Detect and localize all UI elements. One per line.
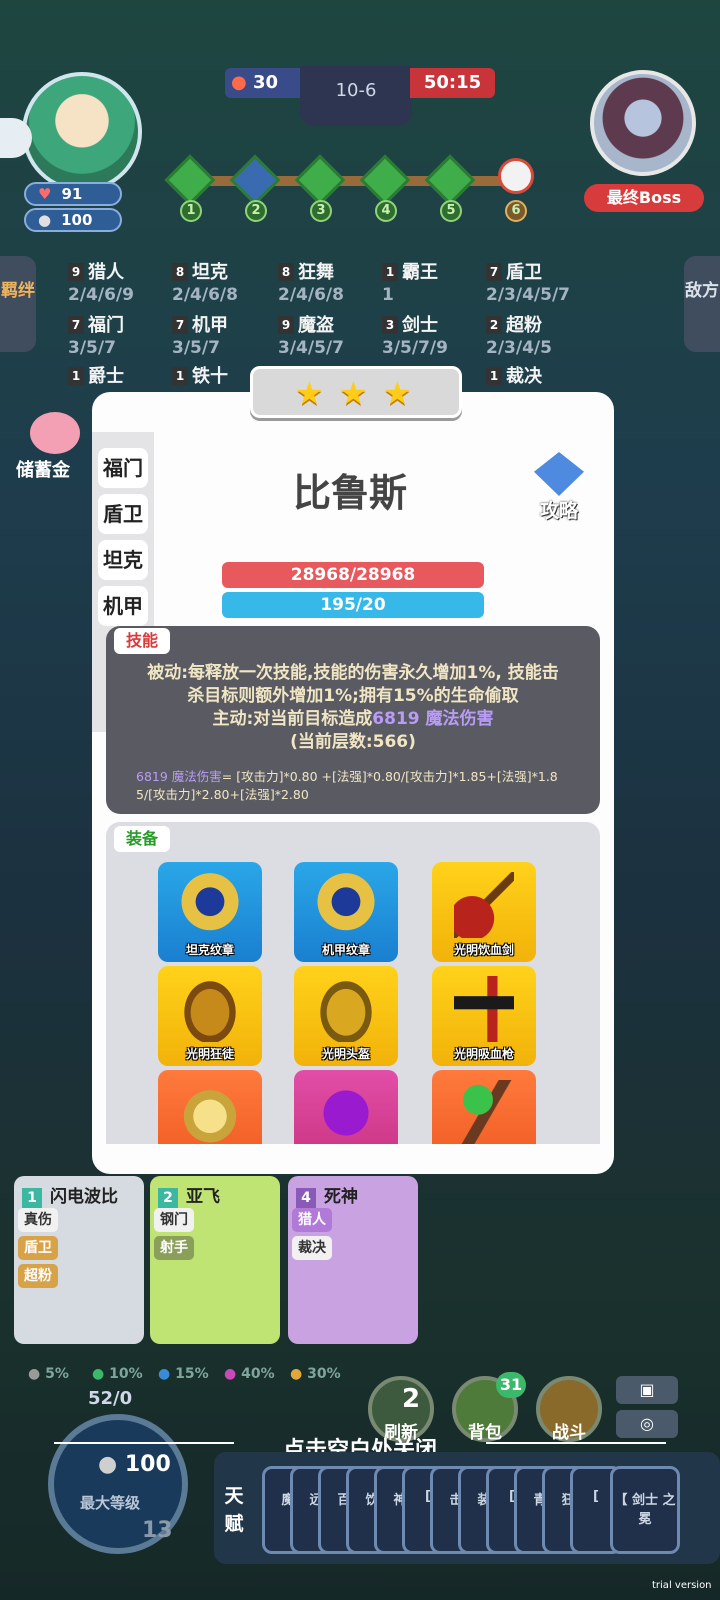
round-bar: ● 30 10-6 50:15 (225, 66, 495, 126)
odds-tier-3: ● 15% (158, 1366, 209, 1382)
heart-icon: ♥ (38, 185, 52, 203)
mana-bar: 195/20 (222, 592, 484, 618)
stage-number: 4 (375, 200, 397, 222)
trait-badge: 钢门 (154, 1208, 194, 1232)
round-score: ● 30 (225, 68, 305, 98)
odds-tier-1: ● 5% (28, 1366, 69, 1382)
category-tab[interactable]: 福门 (98, 448, 148, 488)
star-icon: ★ (295, 374, 324, 412)
stage-label: 10-6 (300, 66, 412, 126)
hp-bar: 28968/28968 (222, 562, 484, 588)
fire-icon: ● (231, 72, 247, 93)
skill-description: 被动:每释放一次技能,技能的伤害永久增加1%, 技能击 杀目标则额外增加1%;拥… (147, 663, 559, 752)
synergy-item[interactable]: 7 福门 3/5/7 (68, 315, 124, 359)
synergy-item[interactable]: 7 机甲 3/5/7 (172, 315, 228, 359)
synergy-item[interactable]: 2 超粉 2/3/4/5 (486, 315, 552, 359)
synergy-item[interactable]: 1 裁决 (486, 366, 542, 388)
strategy-button[interactable]: 攻略 (524, 452, 594, 522)
synergy-item[interactable]: 3 剑士 3/5/7/9 (382, 315, 448, 359)
equipment-slot[interactable]: 光明狂徒 (158, 966, 262, 1066)
category-tab[interactable]: 坦克 (98, 540, 148, 580)
armor-icon (180, 976, 240, 1042)
damage-formula: 6819 魔法伤害= [攻击力]*0.80 +[法强]*0.80/[攻击力]*1… (136, 769, 558, 802)
lock-icon: ▣ (639, 1380, 655, 1399)
scythe-icon (454, 872, 514, 938)
star-banner: ★ ★ ★ (250, 366, 462, 418)
synergy-item[interactable]: 1 霸王 1 (382, 262, 438, 306)
bag-count-badge: 31 (496, 1372, 526, 1398)
coin-icon: ● (38, 211, 52, 229)
trait-badge: 猎人 (292, 1208, 332, 1232)
equipment-slot[interactable] (294, 1070, 398, 1144)
synergy-tab[interactable]: 羁绊 (0, 256, 36, 352)
gem-icon (316, 1080, 376, 1144)
trait-badge: 射手 (154, 1236, 194, 1260)
piggy-bank-icon[interactable] (30, 412, 80, 454)
equipment-tag: 装备 (114, 826, 171, 852)
max-level-label: 最大等级 (80, 1494, 141, 1512)
odds-tier-4: ● 40% (224, 1366, 275, 1382)
category-tab[interactable]: 盾卫 (98, 494, 148, 534)
synergy-item[interactable]: 9 魔盗 3/4/5/7 (278, 315, 344, 359)
equipment-slot[interactable]: 机甲纹章 (294, 862, 398, 962)
helmet-icon (316, 976, 376, 1042)
graduation-cap-icon (534, 452, 584, 496)
player-avatar[interactable] (22, 72, 142, 192)
synergy-item[interactable]: 1 爵士 (68, 366, 124, 388)
player-gold: ● 100 (24, 208, 122, 232)
trait-badge: 超粉 (18, 1264, 58, 1288)
boss-node-icon (498, 158, 534, 194)
shop-card[interactable]: 2 亚飞 钢门 射手 (150, 1176, 280, 1344)
equipment-slot[interactable] (432, 1070, 536, 1144)
exp-label: 52/0 (88, 1388, 133, 1409)
talent-label: 天赋 (224, 1485, 244, 1535)
star-icon: ★ (383, 374, 412, 412)
hero-name: 比鲁斯 (292, 471, 407, 515)
trait-badge: 盾卫 (18, 1236, 58, 1260)
equipment-panel: 坦克纹章 机甲纹章 光明饮血剑 光明狂徒 光明头盔 光明吸血枪 (106, 822, 600, 1144)
boss-label: 最终Boss (584, 184, 704, 212)
talent-card[interactable]: 【 剑士 之冕 (610, 1466, 680, 1554)
watermark: trial version (652, 1580, 712, 1591)
synergy-item[interactable]: 8 狂舞 2/4/6/8 (278, 262, 344, 306)
equipment-slot[interactable]: 坦克纹章 (158, 862, 262, 962)
round-timer: 50:15 (410, 68, 495, 98)
shop-card[interactable]: 4 死神 猎人 裁决 (288, 1176, 418, 1344)
star-icon: ★ (339, 374, 368, 412)
synergy-item[interactable]: 1 铁十 (172, 366, 228, 388)
emblem-icon (316, 872, 376, 938)
shop-card[interactable]: 1 闪电波比 真伤 盾卫 超粉 (14, 1176, 144, 1344)
piggy-bank-label: 储蓄金 (16, 460, 70, 481)
odds-tier-5: ● 30% (290, 1366, 341, 1382)
gun-icon (454, 976, 514, 1042)
trait-badge: 真伤 (18, 1208, 58, 1232)
synergy-item[interactable]: 7 盾卫 2/3/4/5/7 (486, 262, 570, 306)
stage-number: 2 (245, 200, 267, 222)
equipment-slot[interactable]: 光明吸血枪 (432, 966, 536, 1066)
stage-number: 1 (180, 200, 202, 222)
synergy-item[interactable]: 9 猎人 2/4/6/9 (68, 262, 134, 306)
equipment-slot[interactable]: 光明饮血剑 (432, 862, 536, 962)
lock-button[interactable]: ▣ (616, 1376, 678, 1404)
stage-number: 5 (440, 200, 462, 222)
category-tab[interactable]: 机甲 (98, 586, 148, 626)
player-hp: ♥ 91 (24, 182, 122, 206)
enemy-tab[interactable]: 敌方 (684, 256, 720, 352)
equipment-slot[interactable]: 光明头盔 (294, 966, 398, 1066)
staff-icon (454, 1080, 514, 1144)
trait-badge: 裁决 (292, 1236, 332, 1260)
emblem-icon (180, 872, 240, 938)
stage-number: 3 (310, 200, 332, 222)
boss-avatar[interactable] (590, 70, 696, 176)
orb-icon (180, 1080, 240, 1144)
odds-tier-2: ● 10% (92, 1366, 143, 1382)
synergy-item[interactable]: 8 坦克 2/4/6/8 (172, 262, 238, 306)
stage-number: 6 (505, 200, 527, 222)
equipment-slot[interactable] (158, 1070, 262, 1144)
skill-tag: 技能 (114, 628, 171, 654)
level-number: 13 (142, 1518, 173, 1543)
refresh-cost: 2 (402, 1384, 421, 1414)
